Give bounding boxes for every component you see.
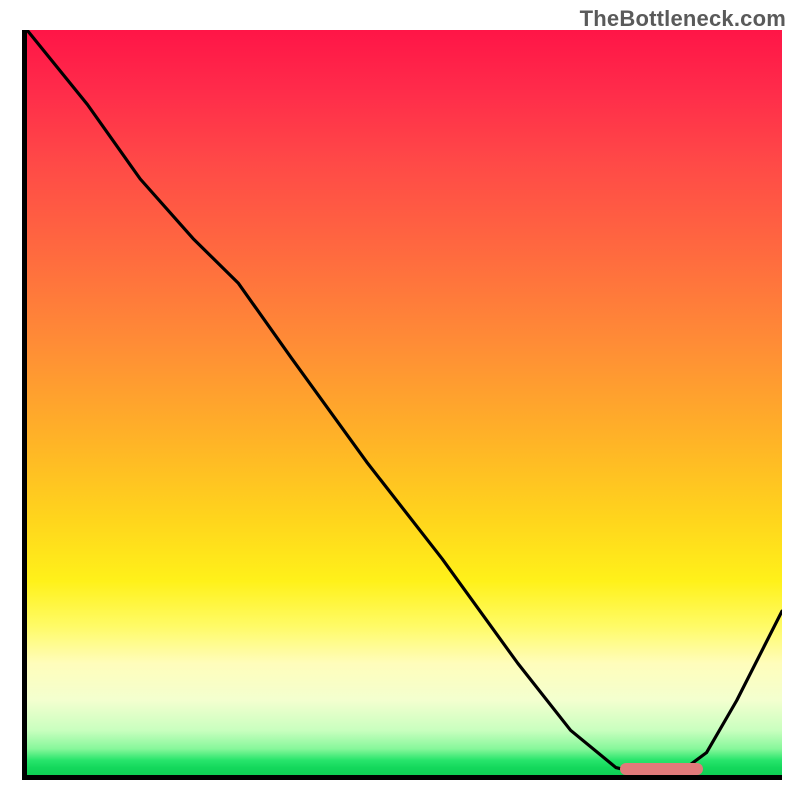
optimum-range-marker bbox=[620, 763, 704, 775]
bottleneck-curve bbox=[27, 30, 782, 775]
watermark-text: TheBottleneck.com bbox=[580, 6, 786, 32]
plot-area bbox=[22, 30, 782, 780]
curve-path bbox=[27, 30, 782, 775]
chart-frame: TheBottleneck.com bbox=[0, 0, 800, 800]
